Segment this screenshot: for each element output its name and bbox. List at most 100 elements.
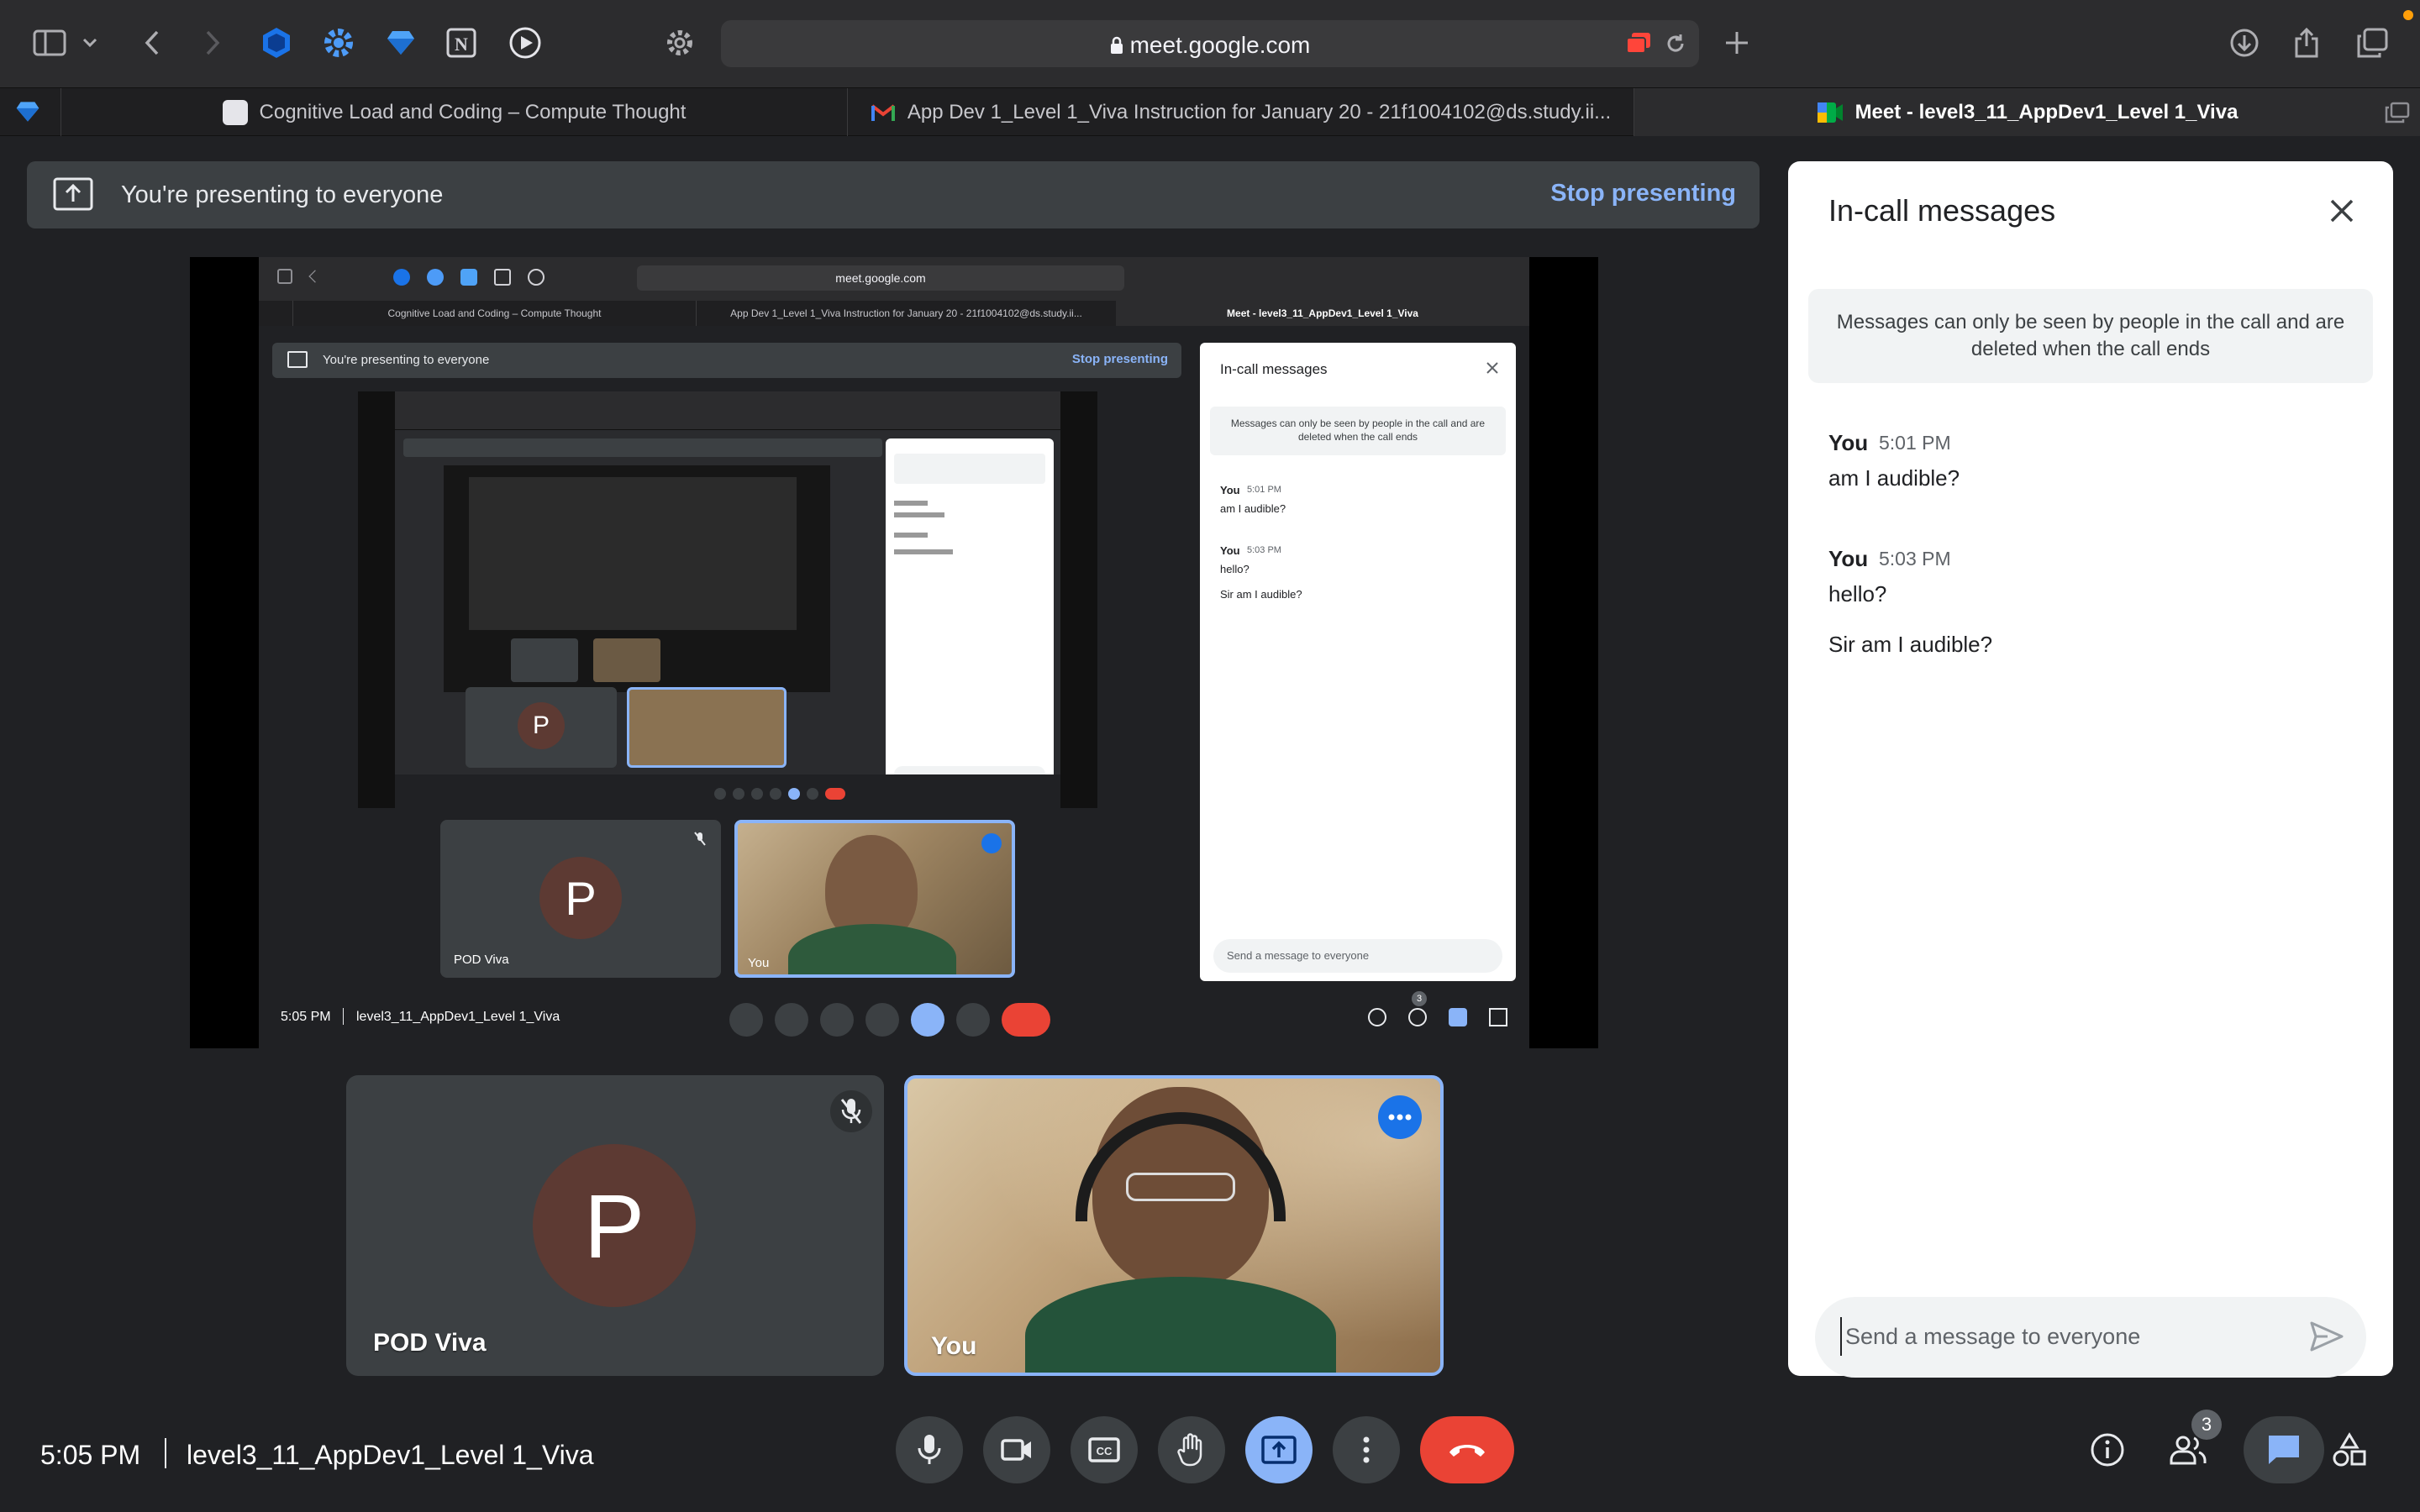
activities-button[interactable] bbox=[2324, 1425, 2375, 1475]
meeting-name: level3_11_AppDev1_Level 1_Viva bbox=[187, 1440, 594, 1470]
nested-msg-line bbox=[894, 549, 953, 554]
browser-toolbar: N meet.google.com bbox=[0, 0, 2420, 87]
chat-info-notice: Messages can only be seen by people in t… bbox=[1808, 289, 2373, 383]
chat-icon bbox=[2266, 1433, 2302, 1467]
shared-chat-panel: In-call messages Messages can only be se… bbox=[1200, 343, 1516, 981]
close-icon[interactable] bbox=[2321, 190, 2363, 232]
notion-icon[interactable]: N bbox=[442, 24, 481, 62]
more-options-icon[interactable] bbox=[1378, 1095, 1422, 1139]
stop-presenting-button[interactable]: Stop presenting bbox=[1550, 180, 1736, 207]
play-extension-icon[interactable] bbox=[506, 24, 544, 62]
chevron-down-icon[interactable] bbox=[77, 24, 103, 62]
glasses-shape bbox=[1126, 1173, 1235, 1201]
message-text: hello? bbox=[1828, 581, 1887, 606]
tab-gmail[interactable]: App Dev 1_Level 1_Viva Instruction for J… bbox=[847, 88, 1634, 137]
shared-browser-toolbar: meet.google.com bbox=[259, 257, 1529, 301]
address-text: meet.google.com bbox=[721, 32, 1699, 60]
downloads-icon[interactable] bbox=[2225, 24, 2264, 62]
shared-tile-name: POD Viva bbox=[454, 953, 509, 967]
microphone-button[interactable] bbox=[896, 1416, 963, 1483]
back-icon[interactable] bbox=[133, 24, 171, 62]
recording-indicator bbox=[2403, 10, 2413, 20]
shared-screen: meet.google.com Cognitive Load and Codin… bbox=[190, 257, 1598, 1048]
sidebar-toggle-icon[interactable] bbox=[30, 24, 69, 62]
new-tab-icon[interactable] bbox=[1718, 24, 1756, 62]
tab-options-icon[interactable] bbox=[2385, 102, 2410, 123]
share-icon[interactable] bbox=[2287, 24, 2326, 62]
presenting-banner: You're presenting to everyone Stop prese… bbox=[27, 161, 1760, 228]
message-time: 5:01 PM bbox=[1879, 432, 1951, 454]
forward-icon[interactable] bbox=[193, 24, 232, 62]
raise-hand-button[interactable] bbox=[1158, 1416, 1225, 1483]
captions-button[interactable]: CC bbox=[1071, 1416, 1138, 1483]
closed-captions-icon: CC bbox=[1088, 1437, 1120, 1462]
shared-tile-you-name: You bbox=[748, 956, 770, 970]
shared-tab-1: Cognitive Load and Coding – Compute Thou… bbox=[292, 301, 696, 326]
hang-up-icon bbox=[1447, 1441, 1487, 1459]
svg-text:CC: CC bbox=[1097, 1445, 1113, 1457]
url-label: meet.google.com bbox=[1129, 32, 1311, 58]
shared-presenting-message: You're presenting to everyone bbox=[323, 353, 490, 367]
chat-message-input[interactable] bbox=[1840, 1317, 2294, 1356]
nested-deeper-content bbox=[469, 477, 797, 630]
nested-presenting-banner bbox=[403, 438, 882, 457]
send-icon[interactable] bbox=[2309, 1320, 2344, 1352]
chat-button[interactable] bbox=[2244, 1416, 2324, 1483]
nested-tile-pod: P bbox=[466, 687, 617, 768]
nested-tile-you bbox=[627, 687, 786, 768]
microphone-icon bbox=[917, 1433, 942, 1467]
nested-control-dots bbox=[714, 788, 874, 800]
tab-title: App Dev 1_Level 1_Viva Instruction for J… bbox=[907, 101, 1612, 123]
tab-meet[interactable]: Meet - level3_11_AppDev1_Level 1_Viva bbox=[1634, 88, 2420, 137]
more-options-button[interactable] bbox=[1333, 1416, 1400, 1483]
tab-bar: Cognitive Load and Coding – Compute Thou… bbox=[0, 87, 2420, 137]
settings-gear-icon[interactable] bbox=[660, 24, 699, 62]
shared-control-buttons bbox=[729, 1003, 1050, 1037]
present-screen-icon bbox=[52, 176, 94, 212]
shared-chat-info: Messages can only be seen by people in t… bbox=[1210, 407, 1506, 455]
shared-msg-text: Sir am I audible? bbox=[1220, 588, 1302, 601]
message-sender: You bbox=[1828, 546, 1869, 571]
gear-extension-icon[interactable] bbox=[319, 24, 358, 62]
lock-icon bbox=[1110, 34, 1123, 60]
shared-msg-text: hello? bbox=[1220, 563, 1249, 575]
camera-button[interactable] bbox=[983, 1416, 1050, 1483]
shared-presenting-banner: You're presenting to everyone Stop prese… bbox=[272, 343, 1181, 378]
reload-icon[interactable] bbox=[1664, 32, 1687, 55]
info-icon bbox=[2090, 1432, 2125, 1467]
separator bbox=[165, 1438, 166, 1468]
participant-avatar: P bbox=[533, 1144, 696, 1307]
chat-title: In-call messages bbox=[1828, 193, 2056, 228]
shared-chat-input: Send a message to everyone bbox=[1213, 939, 1502, 973]
participant-tile-you[interactable]: You bbox=[904, 1075, 1444, 1376]
shared-msg-sender: You bbox=[1220, 484, 1240, 496]
tab-cognitive-load[interactable]: Cognitive Load and Coding – Compute Thou… bbox=[60, 88, 847, 137]
present-now-button[interactable] bbox=[1245, 1416, 1313, 1483]
nested-browser-chrome bbox=[395, 391, 1060, 430]
participant-tile-pod-viva[interactable]: P POD Viva bbox=[346, 1075, 884, 1376]
shared-clock: 5:05 PM bbox=[281, 1010, 331, 1024]
shared-chat-title: In-call messages bbox=[1220, 361, 1328, 377]
nested-tile bbox=[593, 638, 660, 682]
shared-msg-sender: You bbox=[1220, 544, 1240, 557]
meeting-details-button[interactable] bbox=[2082, 1425, 2133, 1475]
chat-input-container bbox=[1815, 1297, 2366, 1378]
screen-sharing-icon[interactable] bbox=[1625, 32, 1652, 55]
tab-title: Meet - level3_11_AppDev1_Level 1_Viva bbox=[1854, 101, 2238, 123]
shield-extension-icon[interactable] bbox=[257, 24, 296, 62]
gem-pinned-tab-icon[interactable] bbox=[15, 100, 40, 123]
people-icon bbox=[2169, 1435, 2207, 1465]
message-text: am I audible? bbox=[1828, 465, 1960, 491]
leave-call-button[interactable] bbox=[1420, 1416, 1514, 1483]
shared-present-icon bbox=[287, 351, 308, 368]
tab-overview-icon[interactable] bbox=[2353, 24, 2391, 62]
shared-tab-bar: Cognitive Load and Coding – Compute Thou… bbox=[259, 301, 1529, 326]
hand-icon bbox=[1176, 1433, 1207, 1467]
nested-deeper-screen bbox=[444, 465, 830, 692]
activities-icon bbox=[2332, 1432, 2367, 1467]
meet-page: You're presenting to everyone Stop prese… bbox=[0, 136, 2420, 1512]
gem-extension-icon[interactable] bbox=[381, 24, 420, 62]
shared-stop-presenting: Stop presenting bbox=[1071, 352, 1168, 366]
address-bar[interactable]: meet.google.com bbox=[721, 20, 1699, 67]
shared-separator bbox=[343, 1008, 344, 1025]
